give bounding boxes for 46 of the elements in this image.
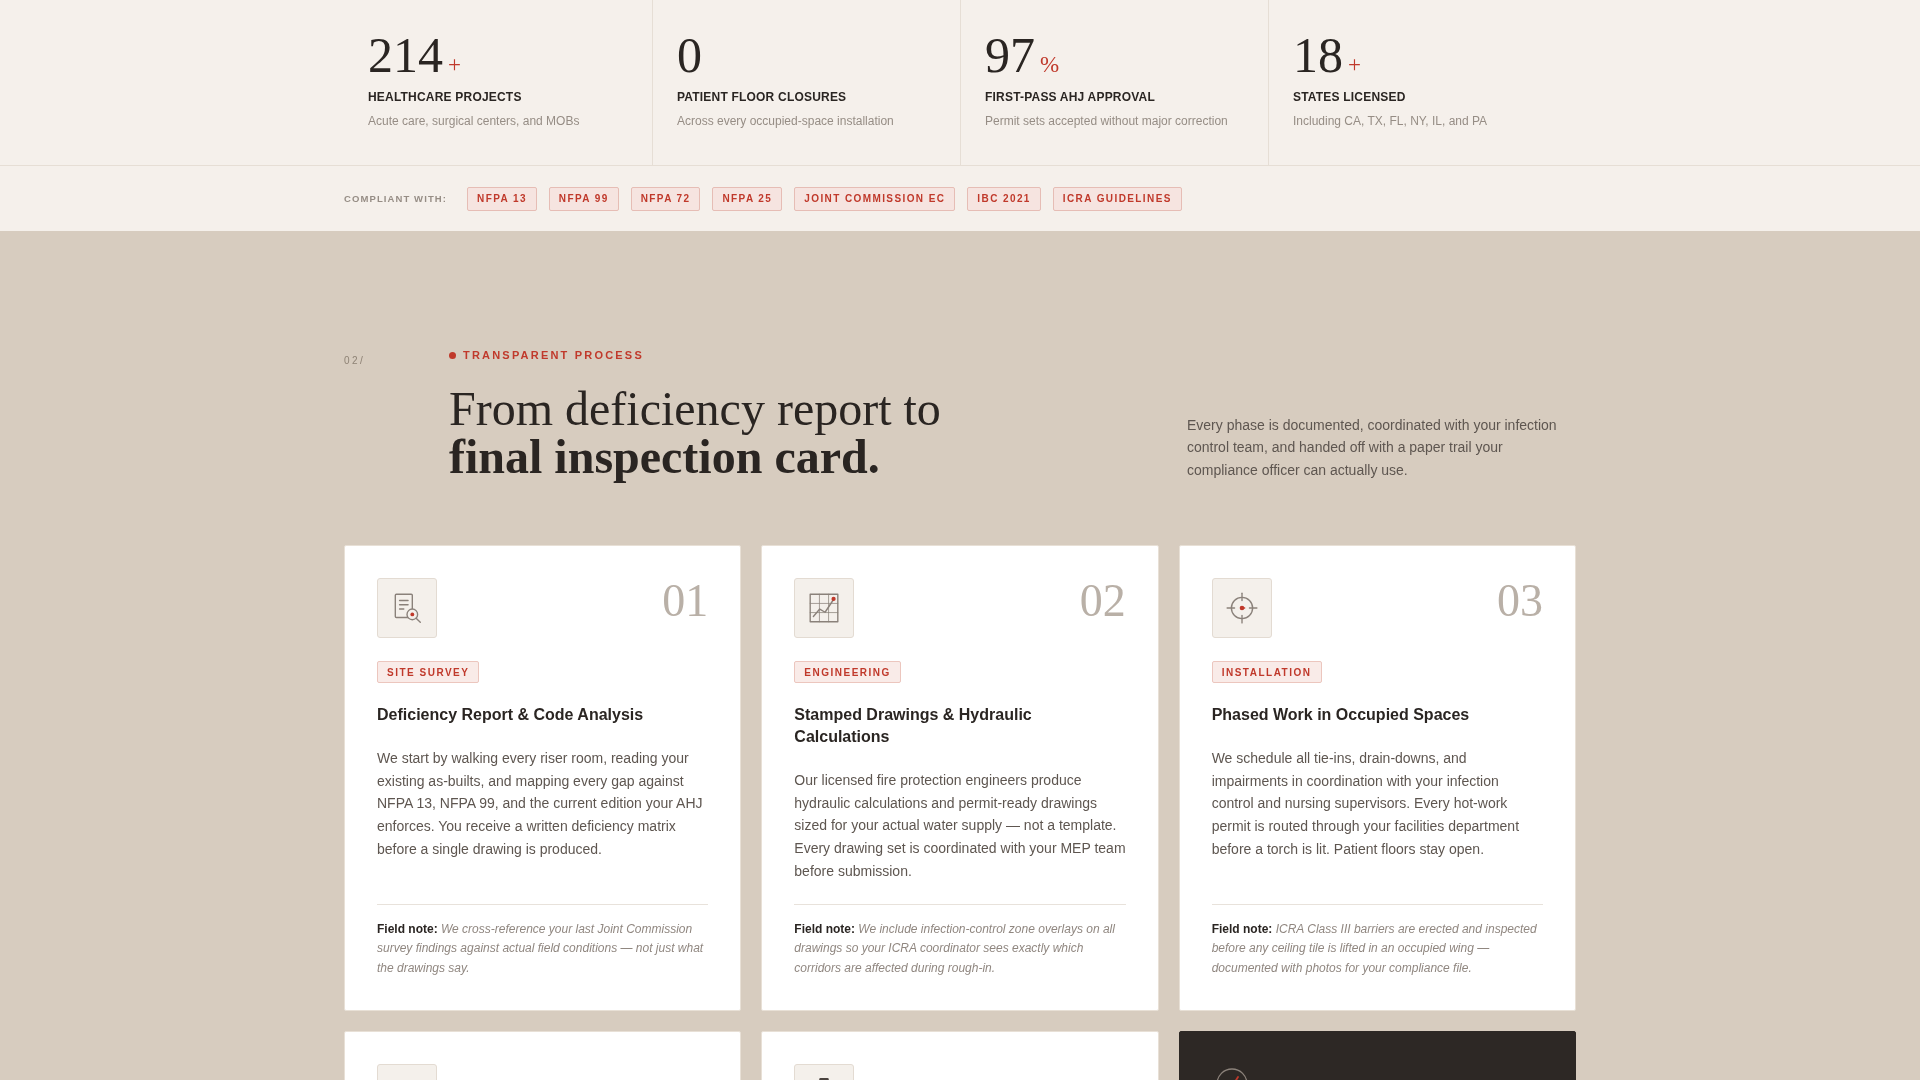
stat-suffix: + [448, 53, 461, 76]
eyebrow-label: TRANSPARENT PROCESS [463, 348, 644, 362]
field-note: Field note: We include infection-control zone overlays on all drawings so your ICRA coordinator sees exactly which corridors are affected during rough-in. [794, 920, 1116, 977]
section-intro: Every phase is documented, coordinated with your infection control team, and handed off with a paper trail your compliance officer can actually use. [1187, 415, 1558, 480]
compliance-label: COMPLIANT WITH: [344, 193, 448, 204]
phase-tag: INSTALLATION [1211, 661, 1322, 683]
card-body: We start by walking every riser room, reading your existing as-builts, and mapping every gap against NFPA 13, NFPA 99, and the current edition your AHJ enforces. You receive a written deficiency matrix before a single drawing is produced. [377, 749, 704, 859]
crosshair-icon [1211, 578, 1272, 638]
step-number: 02 [1079, 578, 1126, 624]
stat-label: HEALTHCARE PROJECTS [368, 90, 523, 104]
standard-tag: ICRA GUIDELINES [1052, 186, 1182, 211]
stat-label: STATES LICENSED [1293, 90, 1407, 104]
field-note: Field note: ICRA Class III barriers are erected and inspected before any ceiling tile is lifted in an occupied wing — documented with photos for your compliance file. [1211, 920, 1538, 977]
stat-description: Including CA, TX, FL, NY, IL, and PA [1293, 114, 1489, 129]
standard-tag: NFPA 72 [630, 186, 701, 211]
standard-tag: NFPA 99 [548, 186, 619, 211]
stat-description: Acute care, surgical centers, and MOBs [368, 114, 581, 129]
section-index: 02/ [344, 355, 366, 366]
step-number: 01 [662, 578, 709, 624]
stat-value: 18 [1293, 30, 1343, 80]
standard-tag: NFPA 25 [712, 186, 783, 211]
stat-value: 0 [677, 30, 702, 80]
card-title: Deficiency Report & Code Analysis [377, 705, 645, 725]
dot-icon [449, 351, 456, 359]
section-heading: From deficiency report to final inspection card. [449, 385, 941, 481]
document-search-icon [377, 578, 437, 638]
stat-suffix: + [1348, 53, 1361, 76]
stat-description: Across every occupied-space installation [677, 114, 895, 129]
stat-suffix: % [1040, 53, 1060, 76]
standard-tag: JOINT COMMISSION EC [794, 186, 956, 211]
field-note: Field note: We cross-reference your last Joint Commission survey findings against actual field conditions — not just what the drawings say. [377, 920, 705, 977]
card-title: Stamped Drawings & Hydraulic Calculations [794, 705, 1033, 747]
line-chart-icon [794, 578, 855, 638]
standard-tag: NFPA 13 [467, 186, 537, 211]
phase-tag: ENGINEERING [794, 661, 901, 683]
step-number: 03 [1497, 578, 1543, 624]
card-title: Phased Work in Occupied Spaces [1211, 705, 1471, 725]
phase-tag: SITE SURVEY [377, 661, 480, 683]
stat-value: 214 [368, 30, 443, 80]
card-body: We schedule all tie-ins, drain-downs, and impairments in coordination with your infection control and nursing supervisors. Every hot-work permit is routed through your facilities department before a torch is lit. Patient floors stay open. [1211, 749, 1521, 859]
standard-tag: IBC 2021 [967, 186, 1041, 211]
card-body: Our licensed fire protection engineers produce hydraulic calculations and permit-ready drawings sized for your actual water supply — not a template. Every drawing set is coordinated with your MEP team before submission. [794, 771, 1126, 881]
stat-label: PATIENT FLOOR CLOSURES [677, 90, 848, 104]
stat-label: FIRST-PASS AHJ APPROVAL [985, 90, 1156, 104]
stat-description: Permit sets accepted without major correction [985, 114, 1229, 129]
stat-value: 97 [985, 30, 1035, 80]
